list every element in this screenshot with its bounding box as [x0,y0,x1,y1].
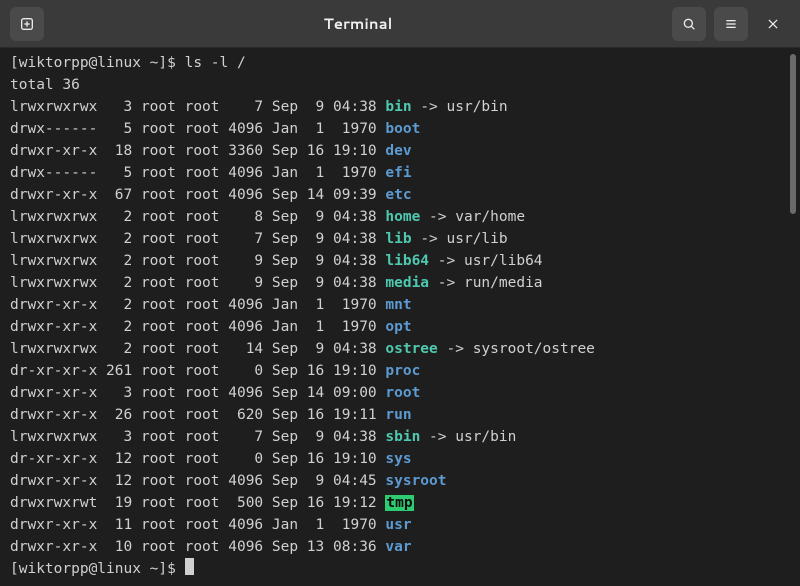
terminal-viewport[interactable]: [wiktorpp@linux ~]$ ls -l / total 36 lrw… [0,48,800,586]
titlebar: Terminal [0,0,800,48]
cursor [185,558,194,575]
scrollbar-thumb[interactable] [790,54,796,214]
search-button[interactable] [672,7,706,41]
window-title: Terminal [52,13,664,34]
terminal-output: [wiktorpp@linux ~]$ ls -l / total 36 lrw… [10,52,794,580]
new-tab-button[interactable] [10,7,44,41]
close-button[interactable] [756,7,790,41]
menu-button[interactable] [714,7,748,41]
